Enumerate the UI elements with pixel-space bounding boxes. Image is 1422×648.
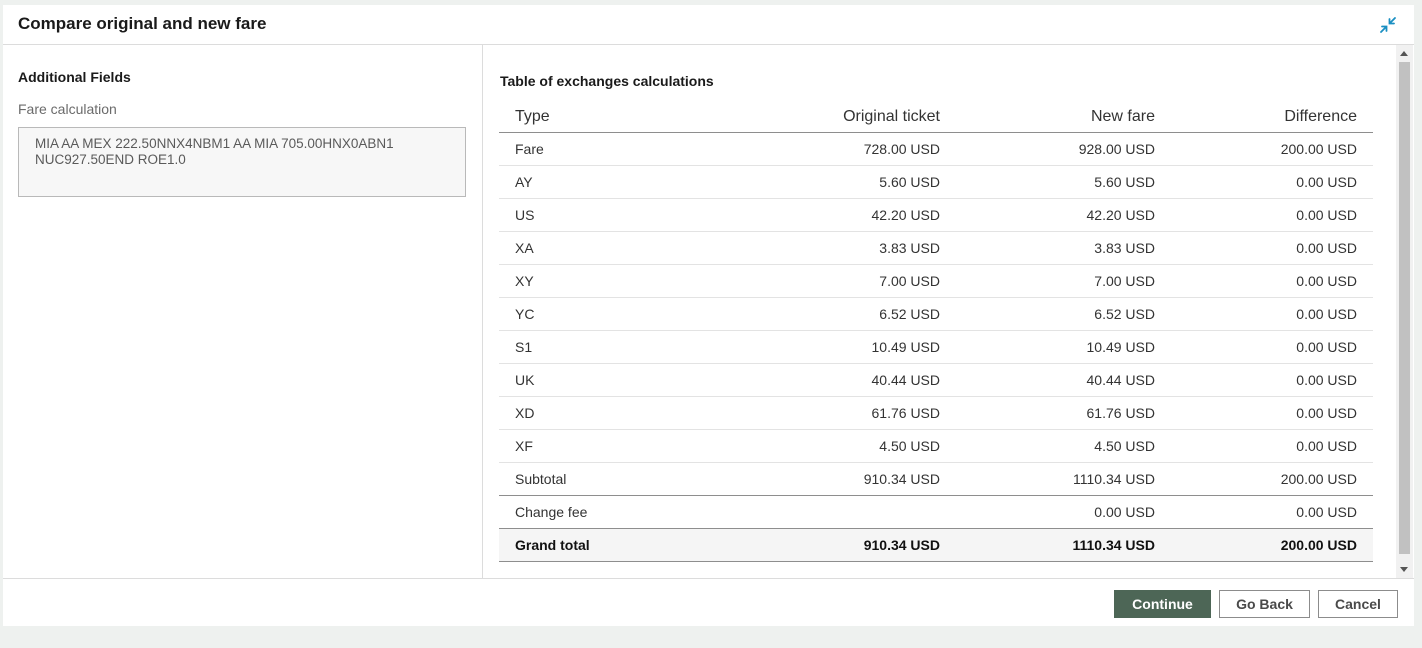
grand-total-row: Grand total 910.34 USD 1110.34 USD 200.0… <box>499 529 1373 562</box>
row-diff: 0.00 USD <box>1296 339 1357 355</box>
dialog-header: Compare original and new fare <box>3 5 1414 45</box>
table-row: Fare 728.00 USD 928.00 USD 200.00 USD <box>499 133 1373 166</box>
row-type: S1 <box>515 339 533 355</box>
row-diff: 0.00 USD <box>1296 438 1357 454</box>
exchanges-table-title: Table of exchanges calculations <box>500 73 714 89</box>
fare-calculation-field[interactable]: MIA AA MEX 222.50NNX4NBM1 AA MIA 705.00H… <box>18 127 466 197</box>
column-header-new-fare: New fare <box>1090 108 1155 125</box>
row-original: 10.49 USD <box>871 339 940 355</box>
grand-total-diff: 200.00 USD <box>1280 537 1357 553</box>
row-new: 7.00 USD <box>1094 273 1155 289</box>
change-fee-diff: 0.00 USD <box>1296 504 1357 520</box>
subtotal-type: Subtotal <box>515 471 567 487</box>
row-diff: 0.00 USD <box>1296 207 1357 223</box>
scroll-up-icon[interactable] <box>1400 51 1408 56</box>
table-header-row: Type Original ticket New fare Difference <box>499 100 1373 133</box>
row-original: 728.00 USD <box>863 141 940 157</box>
row-new: 4.50 USD <box>1094 438 1155 454</box>
row-new: 928.00 USD <box>1078 141 1155 157</box>
row-type: Fare <box>515 141 544 157</box>
row-diff: 0.00 USD <box>1296 306 1357 322</box>
scroll-down-icon[interactable] <box>1400 567 1408 572</box>
row-type: US <box>515 207 535 223</box>
row-original: 3.83 USD <box>879 240 940 256</box>
change-fee-row: Change fee 0.00 USD 0.00 USD <box>499 496 1373 529</box>
continue-button[interactable]: Continue <box>1114 590 1211 618</box>
dialog-body: Additional Fields Fare calculation MIA A… <box>3 45 1414 578</box>
table-row: XY 7.00 USD 7.00 USD 0.00 USD <box>499 265 1373 298</box>
row-type: YC <box>515 306 535 322</box>
dialog-title: Compare original and new fare <box>18 14 267 33</box>
table-row: S1 10.49 USD 10.49 USD 0.00 USD <box>499 331 1373 364</box>
scrollbar-thumb[interactable] <box>1399 62 1410 554</box>
row-diff: 0.00 USD <box>1296 273 1357 289</box>
table-row: US 42.20 USD 42.20 USD 0.00 USD <box>499 199 1373 232</box>
row-original: 40.44 USD <box>871 372 940 388</box>
row-new: 6.52 USD <box>1094 306 1155 322</box>
row-type: XF <box>515 438 533 454</box>
row-diff: 0.00 USD <box>1296 174 1357 190</box>
row-original: 4.50 USD <box>879 438 940 454</box>
change-fee-type: Change fee <box>515 504 588 520</box>
column-header-difference: Difference <box>1284 108 1357 125</box>
table-row: XF 4.50 USD 4.50 USD 0.00 USD <box>499 430 1373 463</box>
cancel-button[interactable]: Cancel <box>1318 590 1398 618</box>
row-original: 5.60 USD <box>879 174 940 190</box>
exchanges-panel: Table of exchanges calculations Type Ori… <box>483 45 1414 578</box>
subtotal-new: 1110.34 USD <box>1073 471 1155 487</box>
row-type: XD <box>515 405 535 421</box>
row-diff: 0.00 USD <box>1296 372 1357 388</box>
exchanges-table: Type Original ticket New fare Difference… <box>499 100 1373 562</box>
grand-total-new: 1110.34 USD <box>1072 537 1155 553</box>
row-type: XY <box>515 273 534 289</box>
row-diff: 200.00 USD <box>1280 141 1357 157</box>
change-fee-new: 0.00 USD <box>1094 504 1155 520</box>
subtotal-row: Subtotal 910.34 USD 1110.34 USD 200.00 U… <box>499 463 1373 496</box>
row-new: 5.60 USD <box>1094 174 1155 190</box>
row-original: 7.00 USD <box>879 273 940 289</box>
subtotal-original: 910.34 USD <box>863 471 940 487</box>
row-type: AY <box>515 174 533 190</box>
table-row: AY 5.60 USD 5.60 USD 0.00 USD <box>499 166 1373 199</box>
row-original: 61.76 USD <box>871 405 940 421</box>
row-new: 10.49 USD <box>1086 339 1155 355</box>
grand-total-original: 910.34 USD <box>863 537 940 553</box>
dialog-footer: Continue Go Back Cancel <box>3 578 1414 626</box>
table-row: XA 3.83 USD 3.83 USD 0.00 USD <box>499 232 1373 265</box>
column-header-original-ticket: Original ticket <box>843 108 940 125</box>
row-type: UK <box>515 372 535 388</box>
additional-fields-title: Additional Fields <box>18 69 131 85</box>
row-new: 3.83 USD <box>1094 240 1155 256</box>
collapse-arrows-icon[interactable] <box>1379 16 1397 34</box>
grand-total-type: Grand total <box>515 537 590 553</box>
fare-calculation-label: Fare calculation <box>18 101 117 117</box>
table-row: YC 6.52 USD 6.52 USD 0.00 USD <box>499 298 1373 331</box>
row-new: 61.76 USD <box>1086 405 1155 421</box>
vertical-scrollbar[interactable] <box>1396 45 1413 578</box>
table-row: UK 40.44 USD 40.44 USD 0.00 USD <box>499 364 1373 397</box>
row-diff: 0.00 USD <box>1296 240 1357 256</box>
column-header-type: Type <box>515 108 550 125</box>
additional-fields-panel: Additional Fields Fare calculation MIA A… <box>3 45 483 578</box>
compare-fare-dialog: Compare original and new fare Additional… <box>3 5 1414 626</box>
row-diff: 0.00 USD <box>1296 405 1357 421</box>
row-new: 40.44 USD <box>1086 372 1155 388</box>
go-back-button[interactable]: Go Back <box>1219 590 1310 618</box>
row-original: 42.20 USD <box>871 207 940 223</box>
row-type: XA <box>515 240 534 256</box>
subtotal-diff: 200.00 USD <box>1280 471 1357 487</box>
table-row: XD 61.76 USD 61.76 USD 0.00 USD <box>499 397 1373 430</box>
row-original: 6.52 USD <box>879 306 940 322</box>
row-new: 42.20 USD <box>1086 207 1155 223</box>
